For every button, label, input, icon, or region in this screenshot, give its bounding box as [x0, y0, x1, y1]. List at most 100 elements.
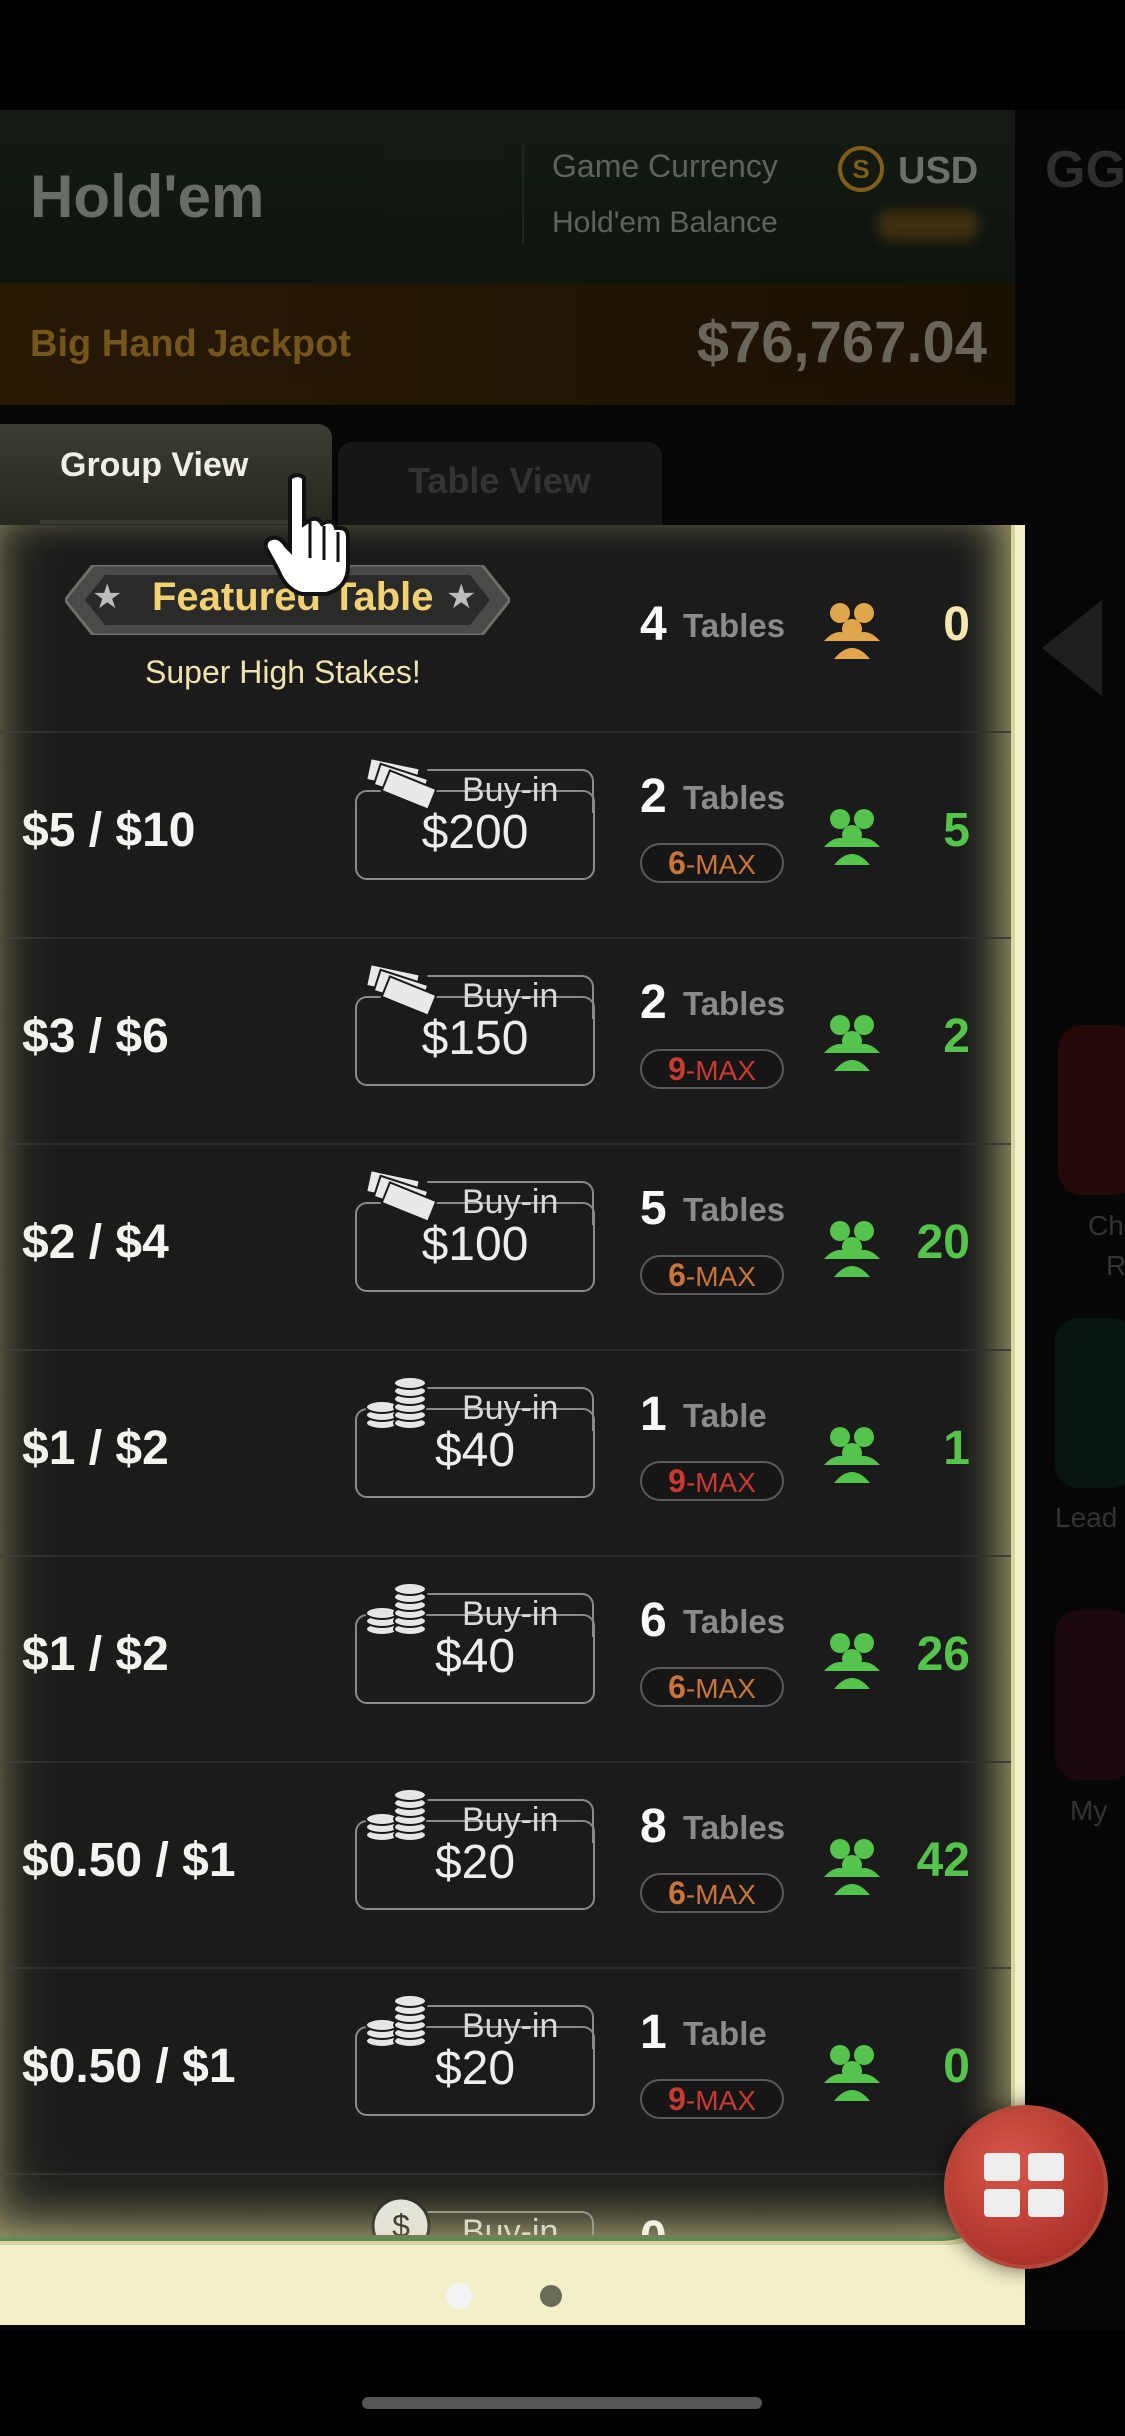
tab-group-view-label: Group View	[60, 446, 249, 484]
grid-icon-cell	[1028, 2153, 1064, 2181]
tables-count: 4	[640, 598, 667, 651]
tables-count: 6	[640, 1594, 667, 1647]
list-bottom-line	[0, 2237, 1015, 2241]
header-divider	[522, 145, 524, 245]
tables-label: Table	[683, 2015, 767, 2052]
svg-text:$: $	[392, 2208, 410, 2235]
players-count: 0	[943, 598, 970, 651]
max-players-badge: 6-MAX	[640, 843, 784, 883]
tables-count: 8	[640, 1800, 667, 1853]
table-row[interactable]: $1 / $2 Buy-in $40 6 Tables 6-MAX 26	[0, 1555, 1015, 1763]
players-count: 0	[943, 2040, 970, 2093]
players-count: 26	[916, 1628, 970, 1681]
tab-underline	[40, 520, 290, 524]
table-row[interactable]: $5 / $10 Buy-in $200 2 Tables 6-MAX 5	[0, 731, 1015, 939]
stakes-label: $2 / $4	[22, 1216, 169, 1269]
stakes-label: $1 / $2	[22, 1628, 169, 1681]
jackpot-bar: Big Hand Jackpot $76,767.04	[0, 283, 1015, 405]
stakes-label: $0.50 / $1	[22, 1834, 236, 1887]
players-icon	[824, 2045, 880, 2101]
tables-count: 1	[640, 1388, 667, 1441]
side-app-icon[interactable]	[1055, 1318, 1125, 1488]
tables-label: Tables	[683, 1191, 786, 1228]
currency-exchange-icon[interactable]: S	[838, 146, 884, 192]
tab-table-view-label: Table View	[408, 460, 591, 501]
jackpot-value: $76,767.04	[696, 310, 987, 375]
table-list-panel: ★ ★ Featured Table Super High Stakes! 4 …	[0, 525, 1025, 2325]
tables-count: 0	[640, 2211, 667, 2235]
buyin-label: Buy-in	[462, 2213, 559, 2235]
table-row[interactable]: $1 / $2 Buy-in $40 1 Table 9-MAX 1	[0, 1349, 1015, 1557]
players-icon	[824, 1427, 880, 1483]
buyin-value: $40	[434, 1424, 516, 1477]
players-count: 20	[916, 1216, 970, 1269]
players-icon	[824, 1015, 880, 1071]
side-label: My	[1070, 1795, 1108, 1826]
max-players-badge: 6-MAX	[640, 1255, 784, 1295]
tables-label: Tables	[683, 1603, 786, 1640]
tables-count: 5	[640, 1182, 667, 1235]
stakes-label: $5 / $10	[22, 804, 196, 857]
players-icon	[824, 809, 880, 865]
buyin-value: $150	[421, 1012, 529, 1065]
table-row-partial[interactable]: $ Buy-in 0	[0, 2173, 1015, 2235]
app-frame: Hold'em Game Currency Hold'em Balance S …	[0, 0, 1125, 2436]
players-icon	[824, 1839, 880, 1895]
players-count: 42	[916, 1834, 970, 1887]
panel-body: ★ ★ Featured Table Super High Stakes! 4 …	[0, 525, 1015, 2309]
side-panel-title: GGI	[1045, 141, 1125, 199]
home-indicator[interactable]	[362, 2397, 762, 2409]
balance-value-blurred	[878, 210, 978, 240]
page-indicator-inactive[interactable]	[540, 2285, 562, 2307]
page-indicator-active[interactable]	[446, 2283, 472, 2309]
max-players-badge: 9-MAX	[640, 2079, 784, 2119]
side-label: Ch	[1088, 1210, 1124, 1241]
tables-label: Tables	[683, 1809, 786, 1846]
side-app-icon[interactable]	[1055, 1610, 1125, 1780]
featured-table-row[interactable]: ★ ★ Featured Table Super High Stakes! 4 …	[0, 525, 1015, 733]
tables-label: Tables	[683, 607, 786, 644]
currency-label: Game Currency	[552, 148, 778, 184]
buyin-value: $40	[434, 1630, 516, 1683]
side-app-icon[interactable]	[1058, 1025, 1125, 1195]
menu-grid-button[interactable]	[944, 2105, 1108, 2269]
side-arrow-left-icon[interactable]	[1042, 600, 1102, 696]
star-icon: ★	[446, 578, 477, 616]
side-label: Lead	[1055, 1502, 1118, 1533]
grid-icon	[984, 2153, 1020, 2181]
stakes-label: $3 / $6	[22, 1010, 169, 1063]
game-header: Hold'em Game Currency Hold'em Balance S …	[0, 110, 1015, 283]
table-row[interactable]: $2 / $4 Buy-in $100 5 Tables 6-MAX 20	[0, 1143, 1015, 1351]
tables-count: 1	[640, 2006, 667, 2059]
table-row[interactable]: $0.50 / $1 Buy-in $20 8 Tables 6-MAX 42	[0, 1761, 1015, 1969]
table-list[interactable]: ★ ★ Featured Table Super High Stakes! 4 …	[0, 525, 1015, 2235]
tables-label: Table	[683, 1397, 767, 1434]
currency-value[interactable]: USD	[898, 150, 978, 193]
table-row[interactable]: $0.50 / $1 Buy-in $20 1 Table 9-MAX 0	[0, 1967, 1015, 2175]
page-title: Hold'em	[30, 163, 265, 230]
side-label: R	[1106, 1250, 1125, 1281]
jackpot-label: Big Hand Jackpot	[30, 323, 351, 365]
buyin-value: $20	[434, 1836, 516, 1889]
players-gold-icon	[824, 603, 880, 659]
players-count: 2	[943, 1010, 970, 1063]
players-icon	[824, 1633, 880, 1689]
tables-label: Tables	[683, 985, 786, 1022]
players-icon	[824, 1221, 880, 1277]
buyin-value: $20	[434, 2042, 516, 2095]
tab-table-view[interactable]: Table View	[338, 442, 662, 528]
stakes-label: $0.50 / $1	[22, 2040, 236, 2093]
star-icon: ★	[92, 578, 123, 616]
hand-pointer-icon	[263, 473, 350, 596]
grid-icon-cell	[1028, 2189, 1064, 2217]
max-players-badge: 9-MAX	[640, 1049, 784, 1089]
buyin-value: $200	[421, 806, 529, 859]
max-players-badge: 6-MAX	[640, 1667, 784, 1707]
table-row[interactable]: $3 / $6 Buy-in $150 2 Tables 9-MAX 2	[0, 937, 1015, 1145]
players-count: 5	[943, 804, 970, 857]
max-players-badge: 6-MAX	[640, 1873, 784, 1913]
coin-icon: $	[371, 2196, 431, 2235]
stakes-label: $1 / $2	[22, 1422, 169, 1475]
grid-icon-cell	[984, 2189, 1020, 2217]
tables-count: 2	[640, 976, 667, 1029]
